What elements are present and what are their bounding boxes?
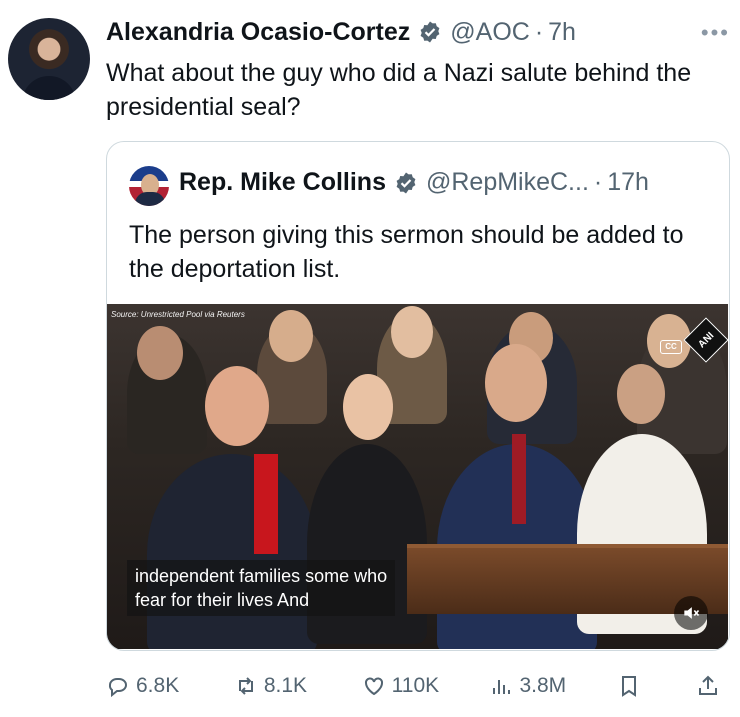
bookmark-icon bbox=[622, 676, 637, 697]
views-icon bbox=[493, 680, 511, 694]
quote-author-handle[interactable]: @RepMikeC... bbox=[426, 168, 589, 197]
quote-author-avatar[interactable] bbox=[129, 166, 169, 206]
like-button[interactable]: 110K bbox=[362, 674, 490, 698]
share-button[interactable] bbox=[696, 674, 726, 698]
tweet-header: Alexandria Ocasio-Cortez @AOC · 7h bbox=[106, 12, 720, 52]
caption-line-2: fear for their lives And bbox=[135, 590, 310, 610]
like-icon bbox=[364, 677, 383, 696]
timestamp[interactable]: 7h bbox=[548, 18, 576, 47]
quote-header: Rep. Mike Collins @RepMikeC... · 17h bbox=[179, 168, 649, 197]
reply-button[interactable]: 6.8K bbox=[106, 674, 234, 698]
verified-badge-icon bbox=[396, 172, 416, 193]
quoted-tweet[interactable]: Rep. Mike Collins @RepMikeC... · 17h The… bbox=[106, 141, 730, 651]
more-icon[interactable]: ••• bbox=[701, 20, 730, 46]
verified-badge-icon bbox=[420, 21, 440, 43]
share-icon bbox=[698, 675, 717, 695]
quote-text: The person giving this sermon should be … bbox=[129, 221, 684, 283]
mute-icon[interactable] bbox=[674, 596, 708, 630]
quote-timestamp[interactable]: 17h bbox=[607, 168, 649, 197]
video-caption: independent families some who fear for t… bbox=[127, 560, 396, 616]
author-name[interactable]: Alexandria Ocasio-Cortez bbox=[106, 18, 410, 47]
author-avatar[interactable] bbox=[8, 18, 90, 100]
action-bar: 6.8K 8.1K 110K 3.8M bbox=[106, 668, 726, 704]
author-handle[interactable]: @AOC bbox=[450, 18, 530, 47]
views-button[interactable]: 3.8M bbox=[489, 674, 617, 698]
views-count: 3.8M bbox=[519, 674, 567, 697]
video-player[interactable]: Source: Unrestricted Pool via Reuters CC… bbox=[107, 304, 728, 649]
like-count: 110K bbox=[391, 674, 440, 697]
separator-dot: · bbox=[534, 17, 544, 46]
reply-count: 6.8K bbox=[136, 674, 180, 697]
tweet-text: What about the guy who did a Nazi salute… bbox=[106, 59, 692, 121]
repost-button[interactable]: 8.1K bbox=[234, 674, 362, 698]
cc-badge[interactable]: CC bbox=[660, 340, 682, 354]
caption-line-1: independent families some who bbox=[135, 566, 388, 586]
video-source-label: Source: Unrestricted Pool via Reuters bbox=[111, 310, 245, 319]
repost-icon bbox=[238, 677, 253, 695]
reply-icon bbox=[108, 678, 127, 698]
quote-author-name[interactable]: Rep. Mike Collins bbox=[179, 168, 386, 197]
separator-dot: · bbox=[593, 168, 603, 196]
bookmark-button[interactable] bbox=[617, 674, 696, 698]
repost-count: 8.1K bbox=[263, 674, 308, 697]
